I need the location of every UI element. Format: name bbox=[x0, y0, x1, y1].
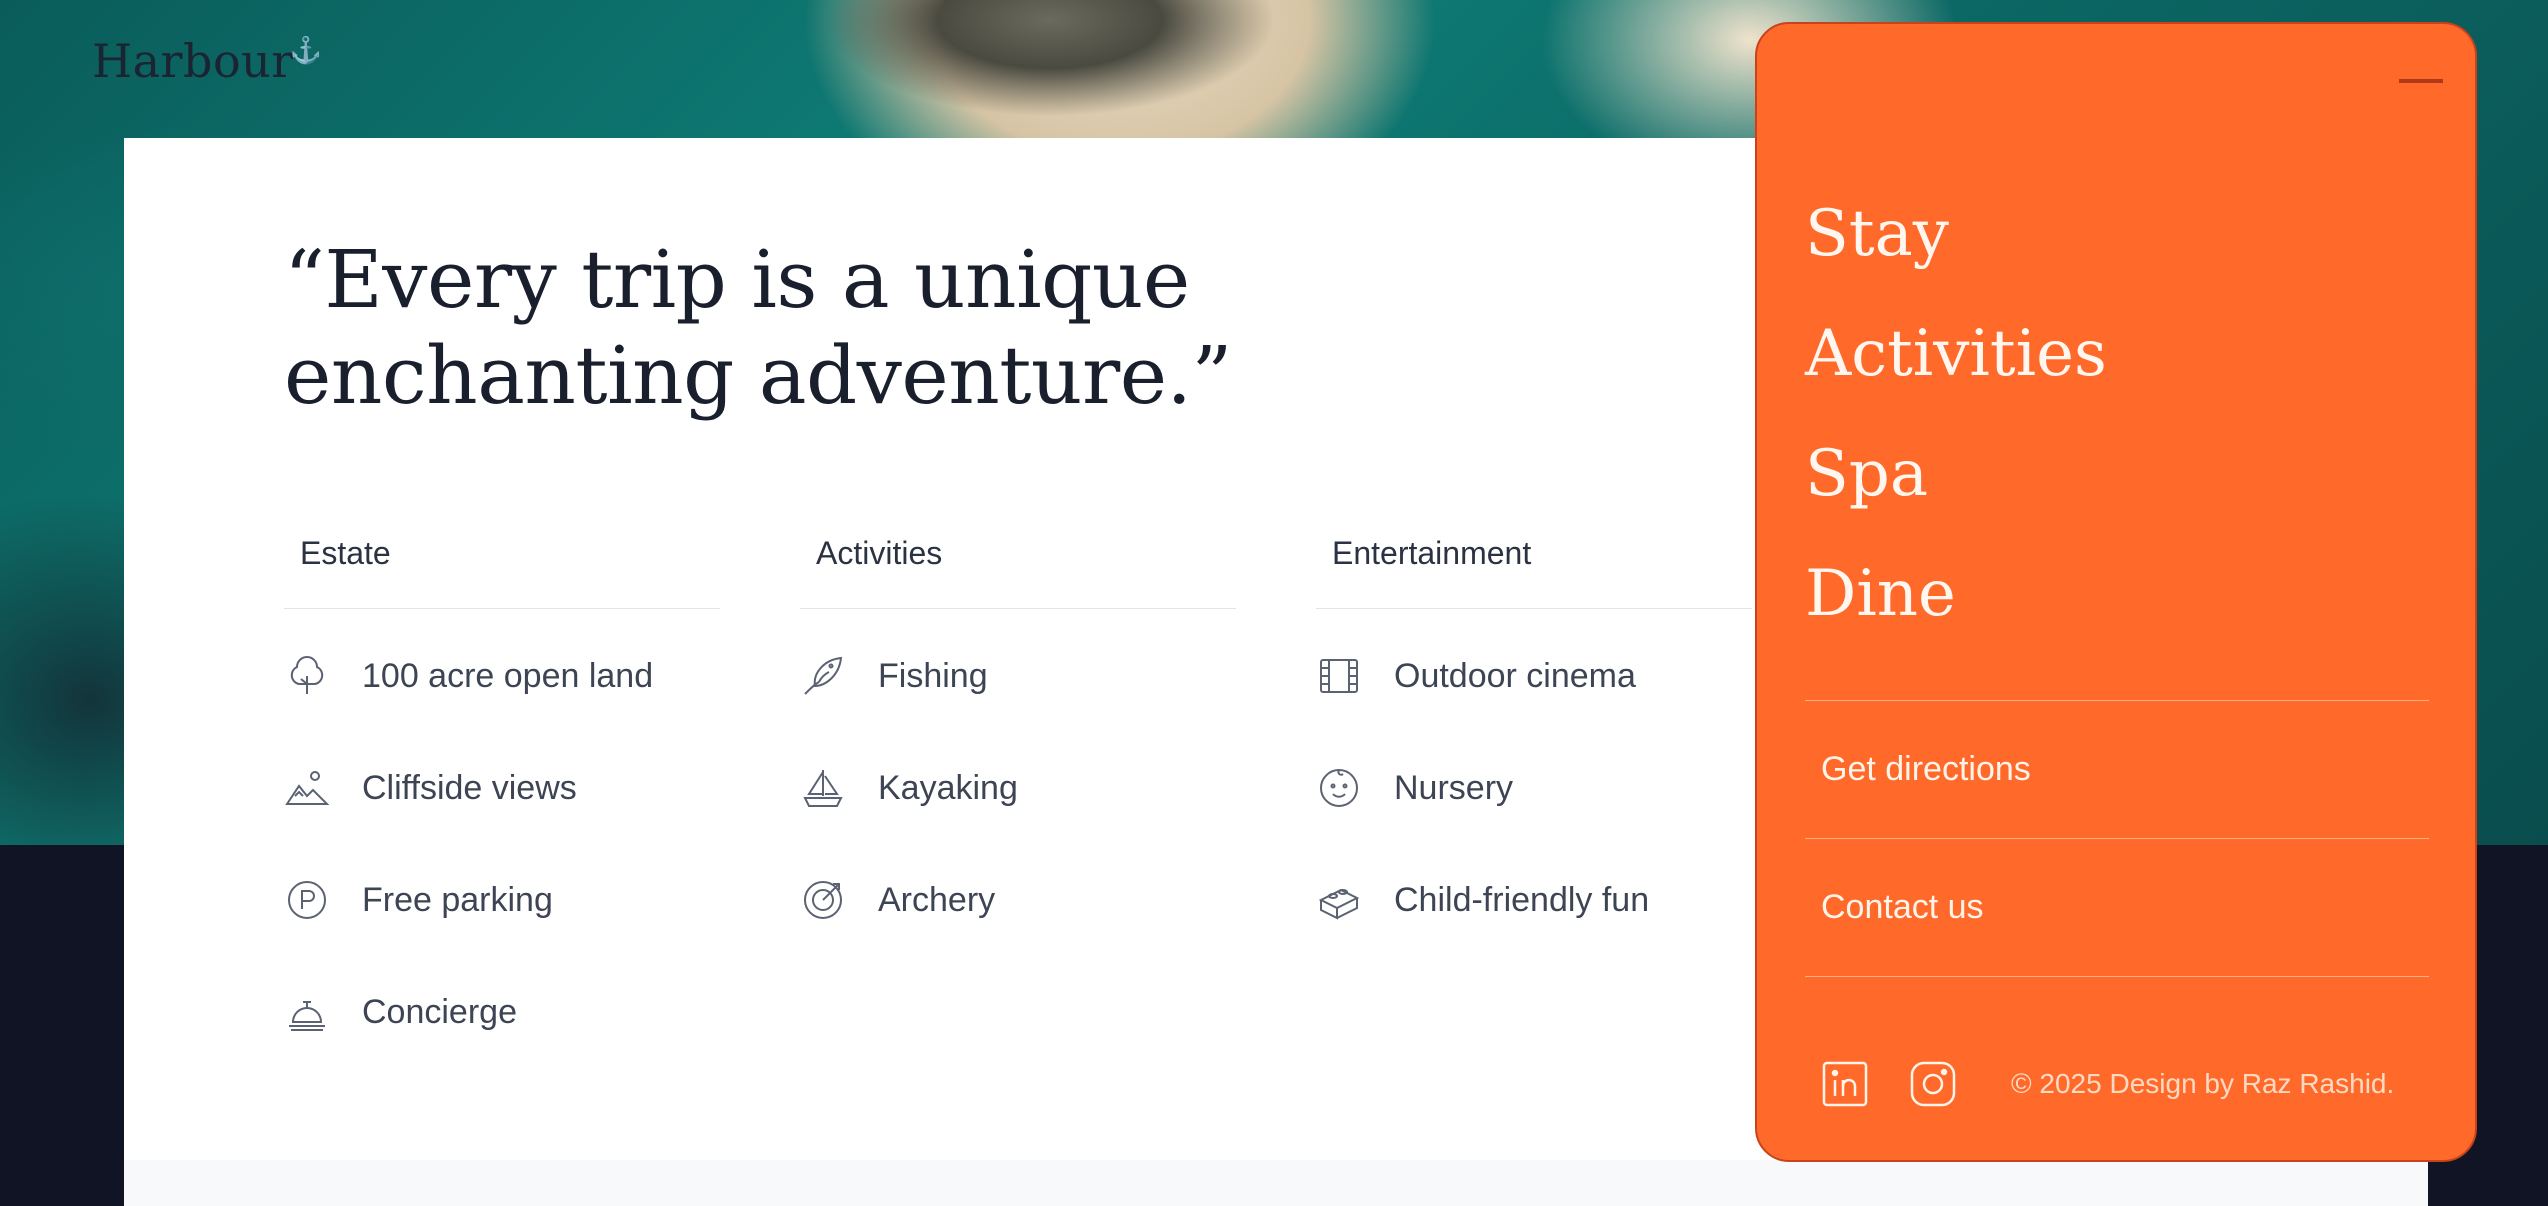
parking-icon bbox=[284, 877, 330, 923]
close-menu-button[interactable] bbox=[2397, 66, 2445, 96]
amenity-label: 100 acre open land bbox=[362, 657, 654, 695]
bell-icon bbox=[284, 989, 330, 1035]
film-icon bbox=[1316, 653, 1362, 699]
page-quote: “Every trip is a unique enchanting adven… bbox=[284, 232, 1284, 424]
amenity-label: Kayaking bbox=[878, 769, 1018, 807]
menu-item-stay[interactable]: Stay bbox=[1805, 174, 2107, 294]
amenity-label: Cliffside views bbox=[362, 769, 577, 807]
anchor-icon: ⚓ bbox=[289, 36, 323, 66]
linkedin-icon[interactable] bbox=[1821, 1060, 1869, 1108]
contact-us-link[interactable]: Contact us bbox=[1805, 838, 2429, 976]
amenity-label: Concierge bbox=[362, 993, 517, 1031]
column-activities: Activities Fishing Kayaking Archery bbox=[800, 537, 1236, 989]
menu-links: Get directions Contact us bbox=[1805, 700, 2429, 977]
get-directions-link[interactable]: Get directions bbox=[1805, 700, 2429, 838]
column-heading: Entertainment bbox=[1316, 537, 1752, 609]
menu-item-activities[interactable]: Activities bbox=[1805, 294, 2107, 414]
target-icon bbox=[800, 877, 846, 923]
amenity-list: Fishing Kayaking Archery bbox=[800, 653, 1236, 989]
leaf-fish-icon bbox=[800, 653, 846, 699]
amenity-label: Child-friendly fun bbox=[1394, 881, 1650, 919]
hero-rock-shape bbox=[700, 0, 1400, 140]
list-item: Archery bbox=[800, 877, 1236, 989]
copyright-text: © 2025 Design by Raz Rashid. bbox=[2011, 1068, 2395, 1099]
quote-line-2: enchanting adventure.” bbox=[284, 329, 1232, 422]
menu-item-spa[interactable]: Spa bbox=[1805, 414, 2107, 534]
amenity-label: Nursery bbox=[1394, 769, 1514, 807]
column-entertainment: Entertainment Outdoor cinema Nursery Chi… bbox=[1316, 537, 1752, 989]
list-item: Kayaking bbox=[800, 765, 1236, 877]
column-heading: Estate bbox=[284, 537, 720, 609]
card-footer-strip bbox=[124, 1160, 2428, 1206]
list-item: Child-friendly fun bbox=[1316, 877, 1752, 989]
menu-footer: © 2025 Design by Raz Rashid. bbox=[1821, 1060, 2394, 1108]
divider bbox=[1805, 976, 2429, 977]
toy-brick-icon bbox=[1316, 877, 1362, 923]
amenities-card: “Every trip is a unique enchanting adven… bbox=[124, 138, 1828, 1160]
brand-name: Harbour bbox=[92, 34, 294, 88]
column-heading: Activities bbox=[800, 537, 1236, 609]
list-item: Outdoor cinema bbox=[1316, 653, 1752, 765]
amenity-label: Free parking bbox=[362, 881, 553, 919]
list-item: Concierge bbox=[284, 989, 720, 1101]
brand-logo[interactable]: Harbour⚓ bbox=[92, 34, 323, 88]
minus-icon bbox=[2399, 79, 2443, 83]
sailboat-icon bbox=[800, 765, 846, 811]
list-item: Fishing bbox=[800, 653, 1236, 765]
amenity-list: 100 acre open land Cliffside views Free … bbox=[284, 653, 720, 1101]
column-estate: Estate 100 acre open land Cliffside view… bbox=[284, 537, 720, 1101]
baby-face-icon bbox=[1316, 765, 1362, 811]
instagram-icon[interactable] bbox=[1909, 1060, 1957, 1108]
list-item: Free parking bbox=[284, 877, 720, 989]
list-item: Nursery bbox=[1316, 765, 1752, 877]
amenity-label: Fishing bbox=[878, 657, 988, 695]
menu-nav: Stay Activities Spa Dine bbox=[1805, 174, 2107, 654]
amenity-list: Outdoor cinema Nursery Child-friendly fu… bbox=[1316, 653, 1752, 989]
menu-item-dine[interactable]: Dine bbox=[1805, 534, 2107, 654]
amenity-label: Archery bbox=[878, 881, 996, 919]
amenity-label: Outdoor cinema bbox=[1394, 657, 1636, 695]
menu-panel: Stay Activities Spa Dine Get directions … bbox=[1755, 22, 2477, 1162]
list-item: 100 acre open land bbox=[284, 653, 720, 765]
quote-line-1: “Every trip is a unique bbox=[284, 233, 1190, 326]
mountain-icon bbox=[284, 765, 330, 811]
list-item: Cliffside views bbox=[284, 765, 720, 877]
tree-icon bbox=[284, 653, 330, 699]
